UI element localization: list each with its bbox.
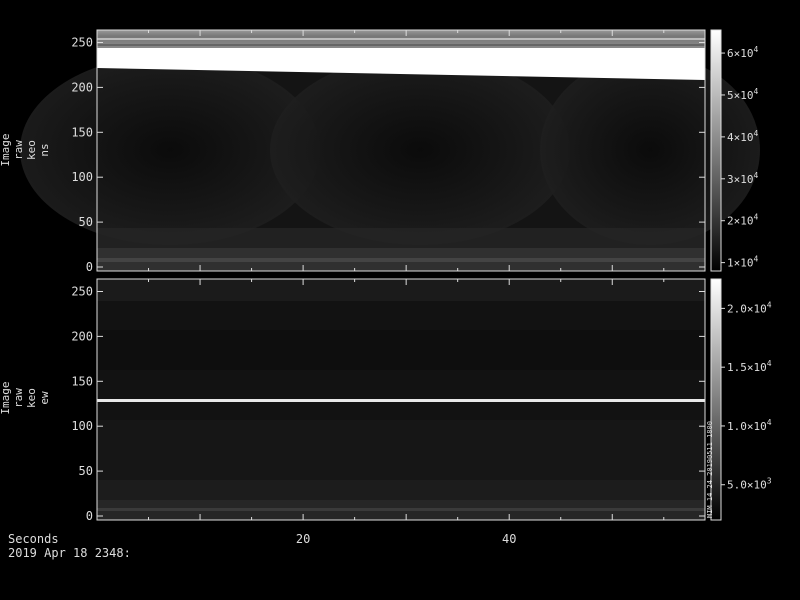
colorbar-tick-label: 1.5×104 <box>727 359 772 374</box>
colorbar-tick-exponent: 4 <box>767 418 772 427</box>
bottom-ylabel-ew: ew <box>38 391 51 405</box>
colorbar-tick-exponent: 4 <box>767 359 772 368</box>
colorbar-tick-mantissa: 1.5 <box>727 361 747 374</box>
x-axis-tick-labels: 20 40 <box>296 532 517 546</box>
colorbar-tick-mantissa: 5.0 <box>727 479 747 492</box>
y-tick-label: 150 <box>71 125 93 139</box>
colorbar-tick-label: 2.0×104 <box>727 300 772 315</box>
bottom-ylabel-group: Image raw keo ew <box>0 381 51 414</box>
top-ylabel-image: Image <box>0 133 12 166</box>
colorbar-tick-label: 5×104 <box>727 87 759 102</box>
bottom-ylabel-raw: raw <box>12 388 25 408</box>
top-ylabel-ns: ns <box>38 143 51 156</box>
top-heatmap <box>20 30 760 271</box>
y-tick-label: 100 <box>71 170 93 184</box>
y-tick-label: 200 <box>71 329 93 343</box>
colorbar-tick-label: 2×104 <box>727 213 759 228</box>
colorbar-tick-mantissa: 1.0 <box>727 420 747 433</box>
x-axis-title: Seconds <box>8 532 59 546</box>
y-tick-label: 250 <box>71 35 93 49</box>
colorbar-tick-exponent: 4 <box>754 171 759 180</box>
x-tick-label: 40 <box>502 532 516 546</box>
keogram-figure: 050100150200250 Image raw keo ns 1×1042×… <box>0 29 772 560</box>
y-tick-label: 100 <box>71 419 93 433</box>
colorbar-tick-exponent: 3 <box>767 477 772 486</box>
colorbar-tick-label: 1.0×104 <box>727 418 772 433</box>
footer-date: 2019 Apr 18 2348: <box>8 546 131 560</box>
bottom-ylabel-image: Image <box>0 381 12 414</box>
y-tick-label: 0 <box>86 260 93 274</box>
colorbar-tick-label: 1×104 <box>727 255 759 270</box>
colorbar-tick-exponent: 4 <box>754 213 759 222</box>
top-colorbar <box>711 30 721 271</box>
colorbar-tick-exponent: 4 <box>754 129 759 138</box>
y-tick-label: 150 <box>71 374 93 388</box>
x-tick-label: 20 <box>296 532 310 546</box>
bottom-heatmap <box>97 279 705 520</box>
colorbar-tick-mantissa: 6 <box>727 47 734 60</box>
colorbar-tick-exponent: 4 <box>754 45 759 54</box>
top-panel: 0 50 100 150 200 250 Image raw keo ns 1×104 2×… <box>0 29 760 274</box>
y-tick-label: 50 <box>79 215 93 229</box>
colorbar-tick-exponent: 4 <box>754 87 759 96</box>
bottom-bright-line <box>97 399 705 402</box>
top-ylabel-raw: raw <box>12 140 25 160</box>
colorbar-tick-mantissa: 1 <box>727 257 734 270</box>
bottom-colorbar-ticks: 5.0×103 1.0×104 1.5×104 2.0×104 <box>721 300 772 492</box>
colorbar-tick-label: 3×104 <box>727 171 759 186</box>
colorbar-tick-label: 6×104 <box>727 45 759 60</box>
colorbar-tick-label: 5.0×103 <box>727 477 772 492</box>
bottom-ylabel-keo: keo <box>25 388 38 408</box>
y-tick-label: 0 <box>86 509 93 523</box>
y-tick-label: 250 <box>71 284 93 298</box>
y-tick-label: 50 <box>79 464 93 478</box>
colorbar-tick-mantissa: 5 <box>727 89 734 102</box>
bottom-colorbar-side-text: MIM 14 24 20190511 1800 <box>706 421 714 518</box>
colorbar-tick-mantissa: 2.0 <box>727 302 747 315</box>
colorbar-tick-mantissa: 2 <box>727 215 734 228</box>
top-ylabel-keo: keo <box>25 140 38 160</box>
bottom-panel: 0 50 100 150 200 250 Image raw keo ew 5.0×103… <box>0 278 772 523</box>
colorbar-tick-mantissa: 3 <box>727 173 734 186</box>
colorbar-tick-exponent: 4 <box>767 300 772 309</box>
colorbar-tick-exponent: 4 <box>754 255 759 264</box>
y-tick-label: 200 <box>71 80 93 94</box>
